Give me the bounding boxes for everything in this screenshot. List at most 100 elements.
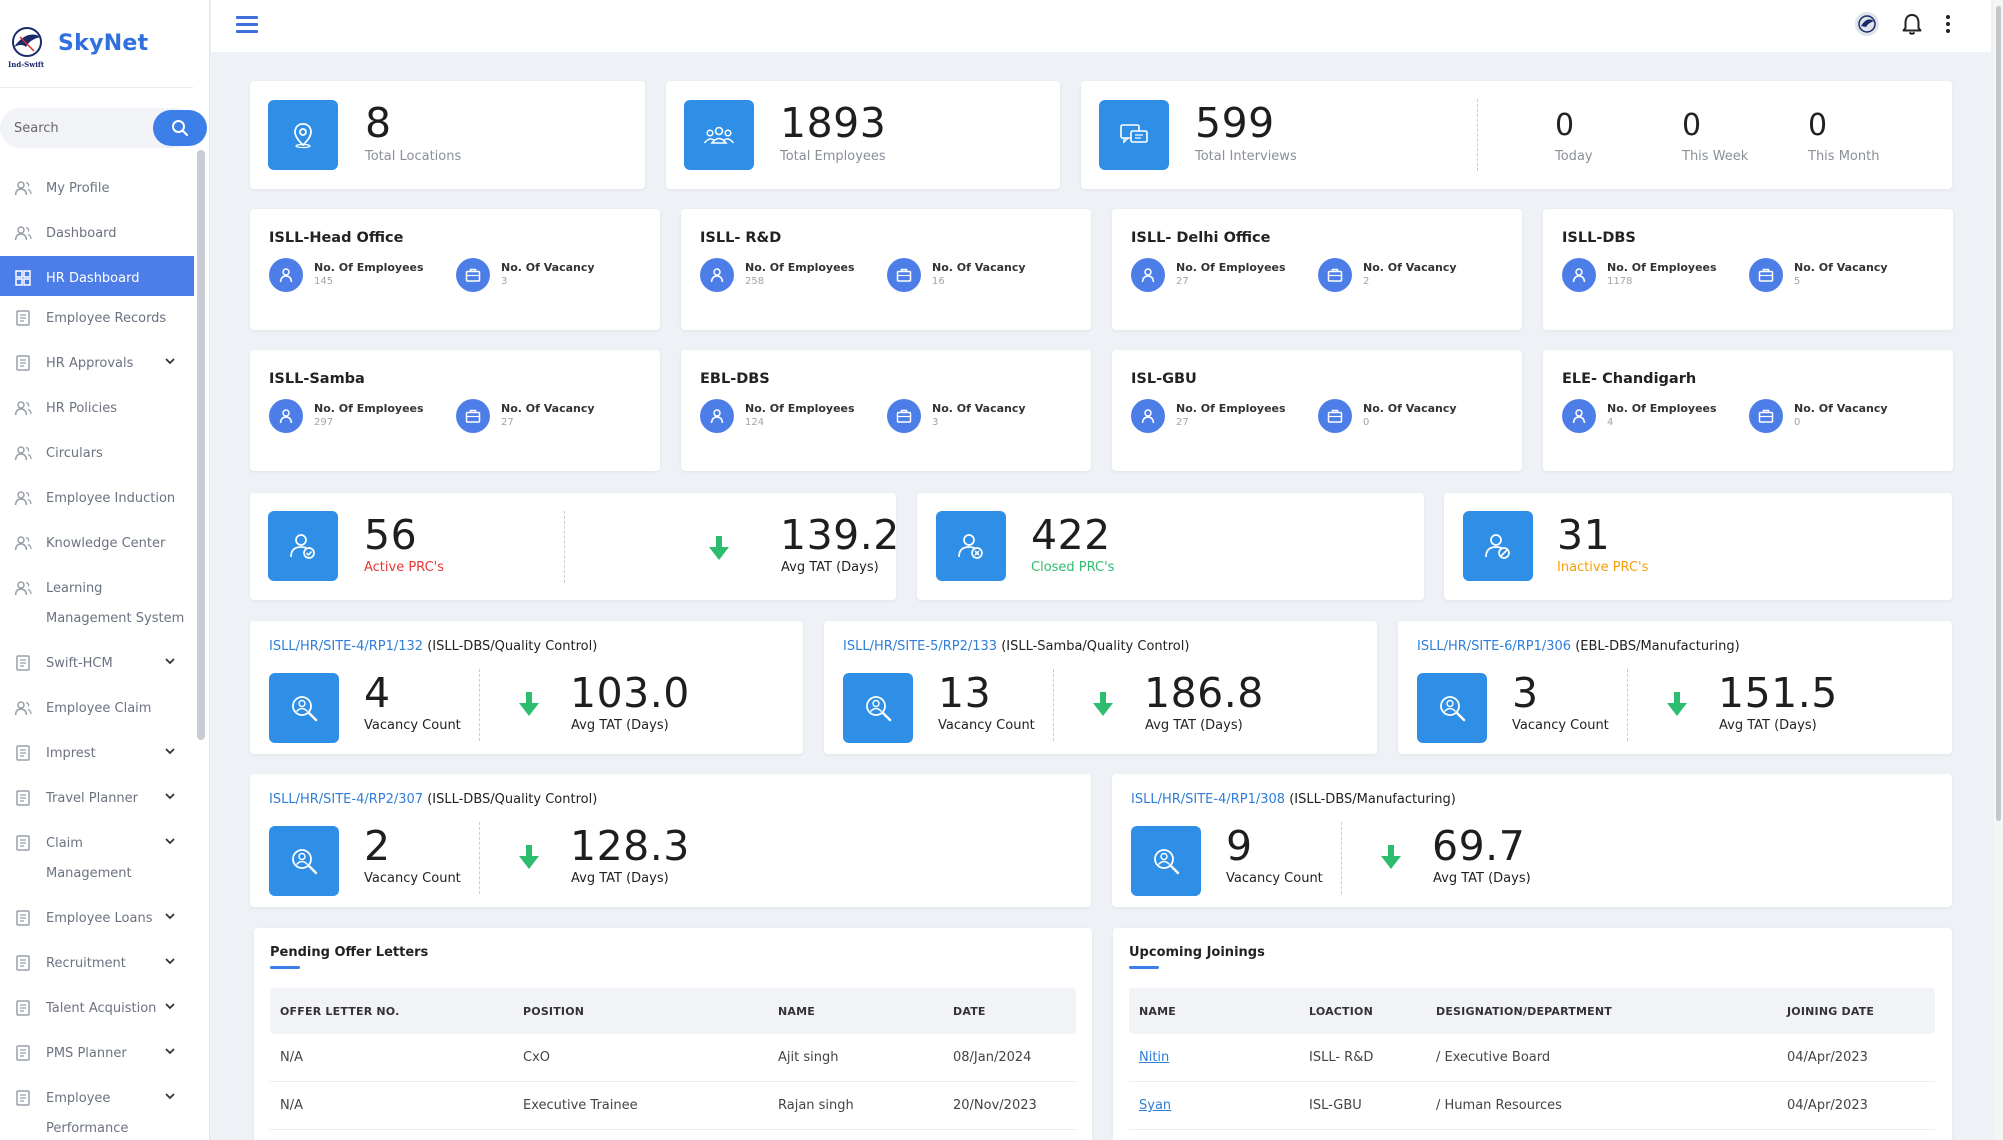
avg-tat-label: Avg TAT (Days) — [781, 560, 879, 575]
location-card[interactable]: ELE- Chandigarh No. Of Employees 4 No. O… — [1543, 350, 1953, 471]
search-button[interactable] — [153, 110, 207, 146]
location-card[interactable]: ISLL-Head Office No. Of Employees 145 No… — [250, 209, 660, 330]
sidebar-item-claim[interactable]: Claim Management — [0, 821, 194, 896]
table-row[interactable]: Nitin ISLL- R&D / Executive Board 04/Apr… — [1129, 1034, 1935, 1082]
chevron-down-icon[interactable] — [164, 1045, 176, 1057]
sidebar-item-swift-hcm[interactable]: Swift-HCM — [0, 641, 194, 686]
interviews-week-value: 0 — [1682, 108, 1702, 143]
location-card[interactable]: ISLL-DBS No. Of Employees 1178 No. Of Va… — [1543, 209, 1953, 330]
location-card[interactable]: ISL-GBU No. Of Employees 27 No. Of Vacan… — [1112, 350, 1522, 471]
avatar[interactable] — [1855, 12, 1879, 36]
vacancy-tat-value: 69.7 — [1432, 822, 1526, 870]
users-icon — [14, 446, 32, 461]
sidebar-item-employee-loans[interactable]: Employee Loans — [0, 896, 194, 941]
vacancy-code-link[interactable]: ISLL/HR/SITE-4/RP1/308 — [1131, 792, 1285, 807]
arrow-down-icon — [519, 692, 539, 716]
vacancy-label: No. Of Vacancy — [1363, 261, 1457, 274]
label-text: Talent Acquistion — [46, 1001, 157, 1016]
table-row[interactable]: N/A Executive Trainee Rajan singh 20/Nov… — [270, 1082, 1076, 1130]
chevron-down-icon[interactable] — [164, 1090, 176, 1102]
chevron-down-icon[interactable] — [164, 355, 176, 367]
location-card[interactable]: ISLL- Delhi Office No. Of Employees 27 N… — [1112, 209, 1522, 330]
document-icon — [16, 1000, 30, 1016]
sidebar-item-recruitment[interactable]: Recruitment — [0, 941, 194, 986]
chevron-down-icon[interactable] — [164, 790, 176, 802]
sidebar-item-travel-planner[interactable]: Travel Planner — [0, 776, 194, 821]
vacancy-code-link[interactable]: ISLL/HR/SITE-6/RP1/306 — [1417, 639, 1571, 654]
location-card[interactable]: ISLL-Samba No. Of Employees 297 No. Of V… — [250, 350, 660, 471]
sidebar-scrollbar[interactable] — [197, 150, 205, 740]
person-icon — [1572, 409, 1586, 424]
sidebar-item-employee[interactable]: Employee Performance — [0, 1076, 194, 1140]
more-vertical-icon[interactable] — [1945, 14, 1951, 34]
sidebar-item-dashboard[interactable]: Dashboard — [0, 211, 194, 256]
vacancy-count-label: Vacancy Count — [1512, 718, 1609, 733]
vacancy-value: 0 — [1794, 417, 1801, 428]
location-card[interactable]: ISLL- R&D No. Of Employees 258 No. Of Va… — [681, 209, 1091, 330]
sidebar-item-employee-induction[interactable]: Employee Induction — [0, 476, 194, 521]
vacancy-count-value: 13 — [938, 669, 992, 717]
panel-title: Upcoming Joinings — [1129, 945, 1265, 960]
sidebar-item-hr-approvals[interactable]: HR Approvals — [0, 341, 194, 386]
vacancy-tat-value: 151.5 — [1718, 669, 1838, 717]
notification-bell-icon[interactable] — [1901, 12, 1923, 36]
brand[interactable]: Ind-Swift SkyNet — [0, 0, 193, 88]
employees-label: No. Of Employees — [745, 402, 855, 415]
vacancy-value: 3 — [932, 417, 939, 428]
employee-name-link[interactable]: Nitin — [1139, 1050, 1169, 1065]
person-icon — [1572, 268, 1586, 283]
vacancy-dept: (ISLL-DBS/Quality Control) — [427, 639, 598, 654]
vacancy-code-link[interactable]: ISLL/HR/SITE-5/RP2/133 — [843, 639, 997, 654]
sidebar-item-imprest[interactable]: Imprest — [0, 731, 194, 776]
menu-toggle-icon[interactable] — [236, 16, 258, 34]
employee-count-icon — [1562, 399, 1596, 433]
user-search-icon — [866, 696, 892, 722]
chevron-down-icon[interactable] — [164, 835, 176, 847]
table-row[interactable]: N/A CxO Ajit singh 08/Jan/2024 — [270, 1034, 1076, 1082]
sidebar-item-talent-acquistion[interactable]: Talent Acquistion — [0, 986, 194, 1031]
page-scrollbar[interactable] — [1996, 6, 2001, 821]
table-row[interactable]: Syan ISL-GBU / Human Resources 04/Apr/20… — [1129, 1082, 1935, 1130]
total-employees-card: 1893 Total Employees — [666, 81, 1060, 189]
chevron-down-icon[interactable] — [164, 745, 176, 757]
sidebar-item-my-profile[interactable]: My Profile — [0, 166, 194, 211]
location-card[interactable]: EBL-DBS No. Of Employees 124 No. Of Vaca… — [681, 350, 1091, 471]
vacancy-label: No. Of Vacancy — [501, 261, 595, 274]
location-name: ISLL-Samba — [269, 371, 365, 387]
vacancy-label: No. Of Vacancy — [501, 402, 595, 415]
sidebar-item-label: Imprest — [46, 739, 96, 769]
chevron-down-icon[interactable] — [164, 955, 176, 967]
employees-label: No. Of Employees — [1607, 402, 1717, 415]
label-text: HR Approvals — [46, 356, 134, 371]
sidebar-item-knowledge-center[interactable]: Knowledge Center — [0, 521, 194, 566]
vacancy-code-link[interactable]: ISLL/HR/SITE-4/RP2/307 — [269, 792, 423, 807]
employees-value: 27 — [1176, 417, 1189, 428]
employee-count-icon — [1131, 399, 1165, 433]
sidebar-item-circulars[interactable]: Circulars — [0, 431, 194, 476]
chevron-down-icon[interactable] — [164, 655, 176, 667]
sidebar-item-employee-records[interactable]: Employee Records — [0, 296, 194, 341]
users-icon — [14, 581, 32, 596]
sidebar-item-learning[interactable]: Learning Management System — [0, 566, 194, 641]
location-name: EBL-DBS — [700, 371, 770, 387]
active-prc-value: 56 — [364, 511, 418, 559]
sidebar-item-pms-planner[interactable]: PMS Planner — [0, 1031, 194, 1076]
chevron-down-icon[interactable] — [164, 1000, 176, 1012]
sidebar-search — [0, 108, 207, 148]
employees-label: No. Of Employees — [314, 402, 424, 415]
sidebar-item-employee-claim[interactable]: Employee Claim — [0, 686, 194, 731]
total-locations-card: 8 Total Locations — [250, 81, 645, 189]
briefcase-icon — [896, 409, 912, 423]
label-text: Recruitment — [46, 956, 126, 971]
offer-letter-no: N/A — [280, 1050, 303, 1065]
label-text: Employee Records — [46, 311, 167, 326]
vacancy-heading: ISLL/HR/SITE-4/RP1/308 (ISLL-DBS/Manufac… — [1131, 792, 1456, 807]
chevron-down-icon[interactable] — [164, 910, 176, 922]
briefcase-icon — [1758, 409, 1774, 423]
employee-name-link[interactable]: Syan — [1139, 1098, 1171, 1113]
sidebar-item-hr-dashboard[interactable]: HR Dashboard — [0, 256, 194, 296]
vacancy-dept: (ISLL-Samba/Quality Control) — [1001, 639, 1190, 654]
vacancy-code-link[interactable]: ISLL/HR/SITE-4/RP1/132 — [269, 639, 423, 654]
sidebar-item-hr-policies[interactable]: HR Policies — [0, 386, 194, 431]
document-icon — [16, 310, 30, 326]
